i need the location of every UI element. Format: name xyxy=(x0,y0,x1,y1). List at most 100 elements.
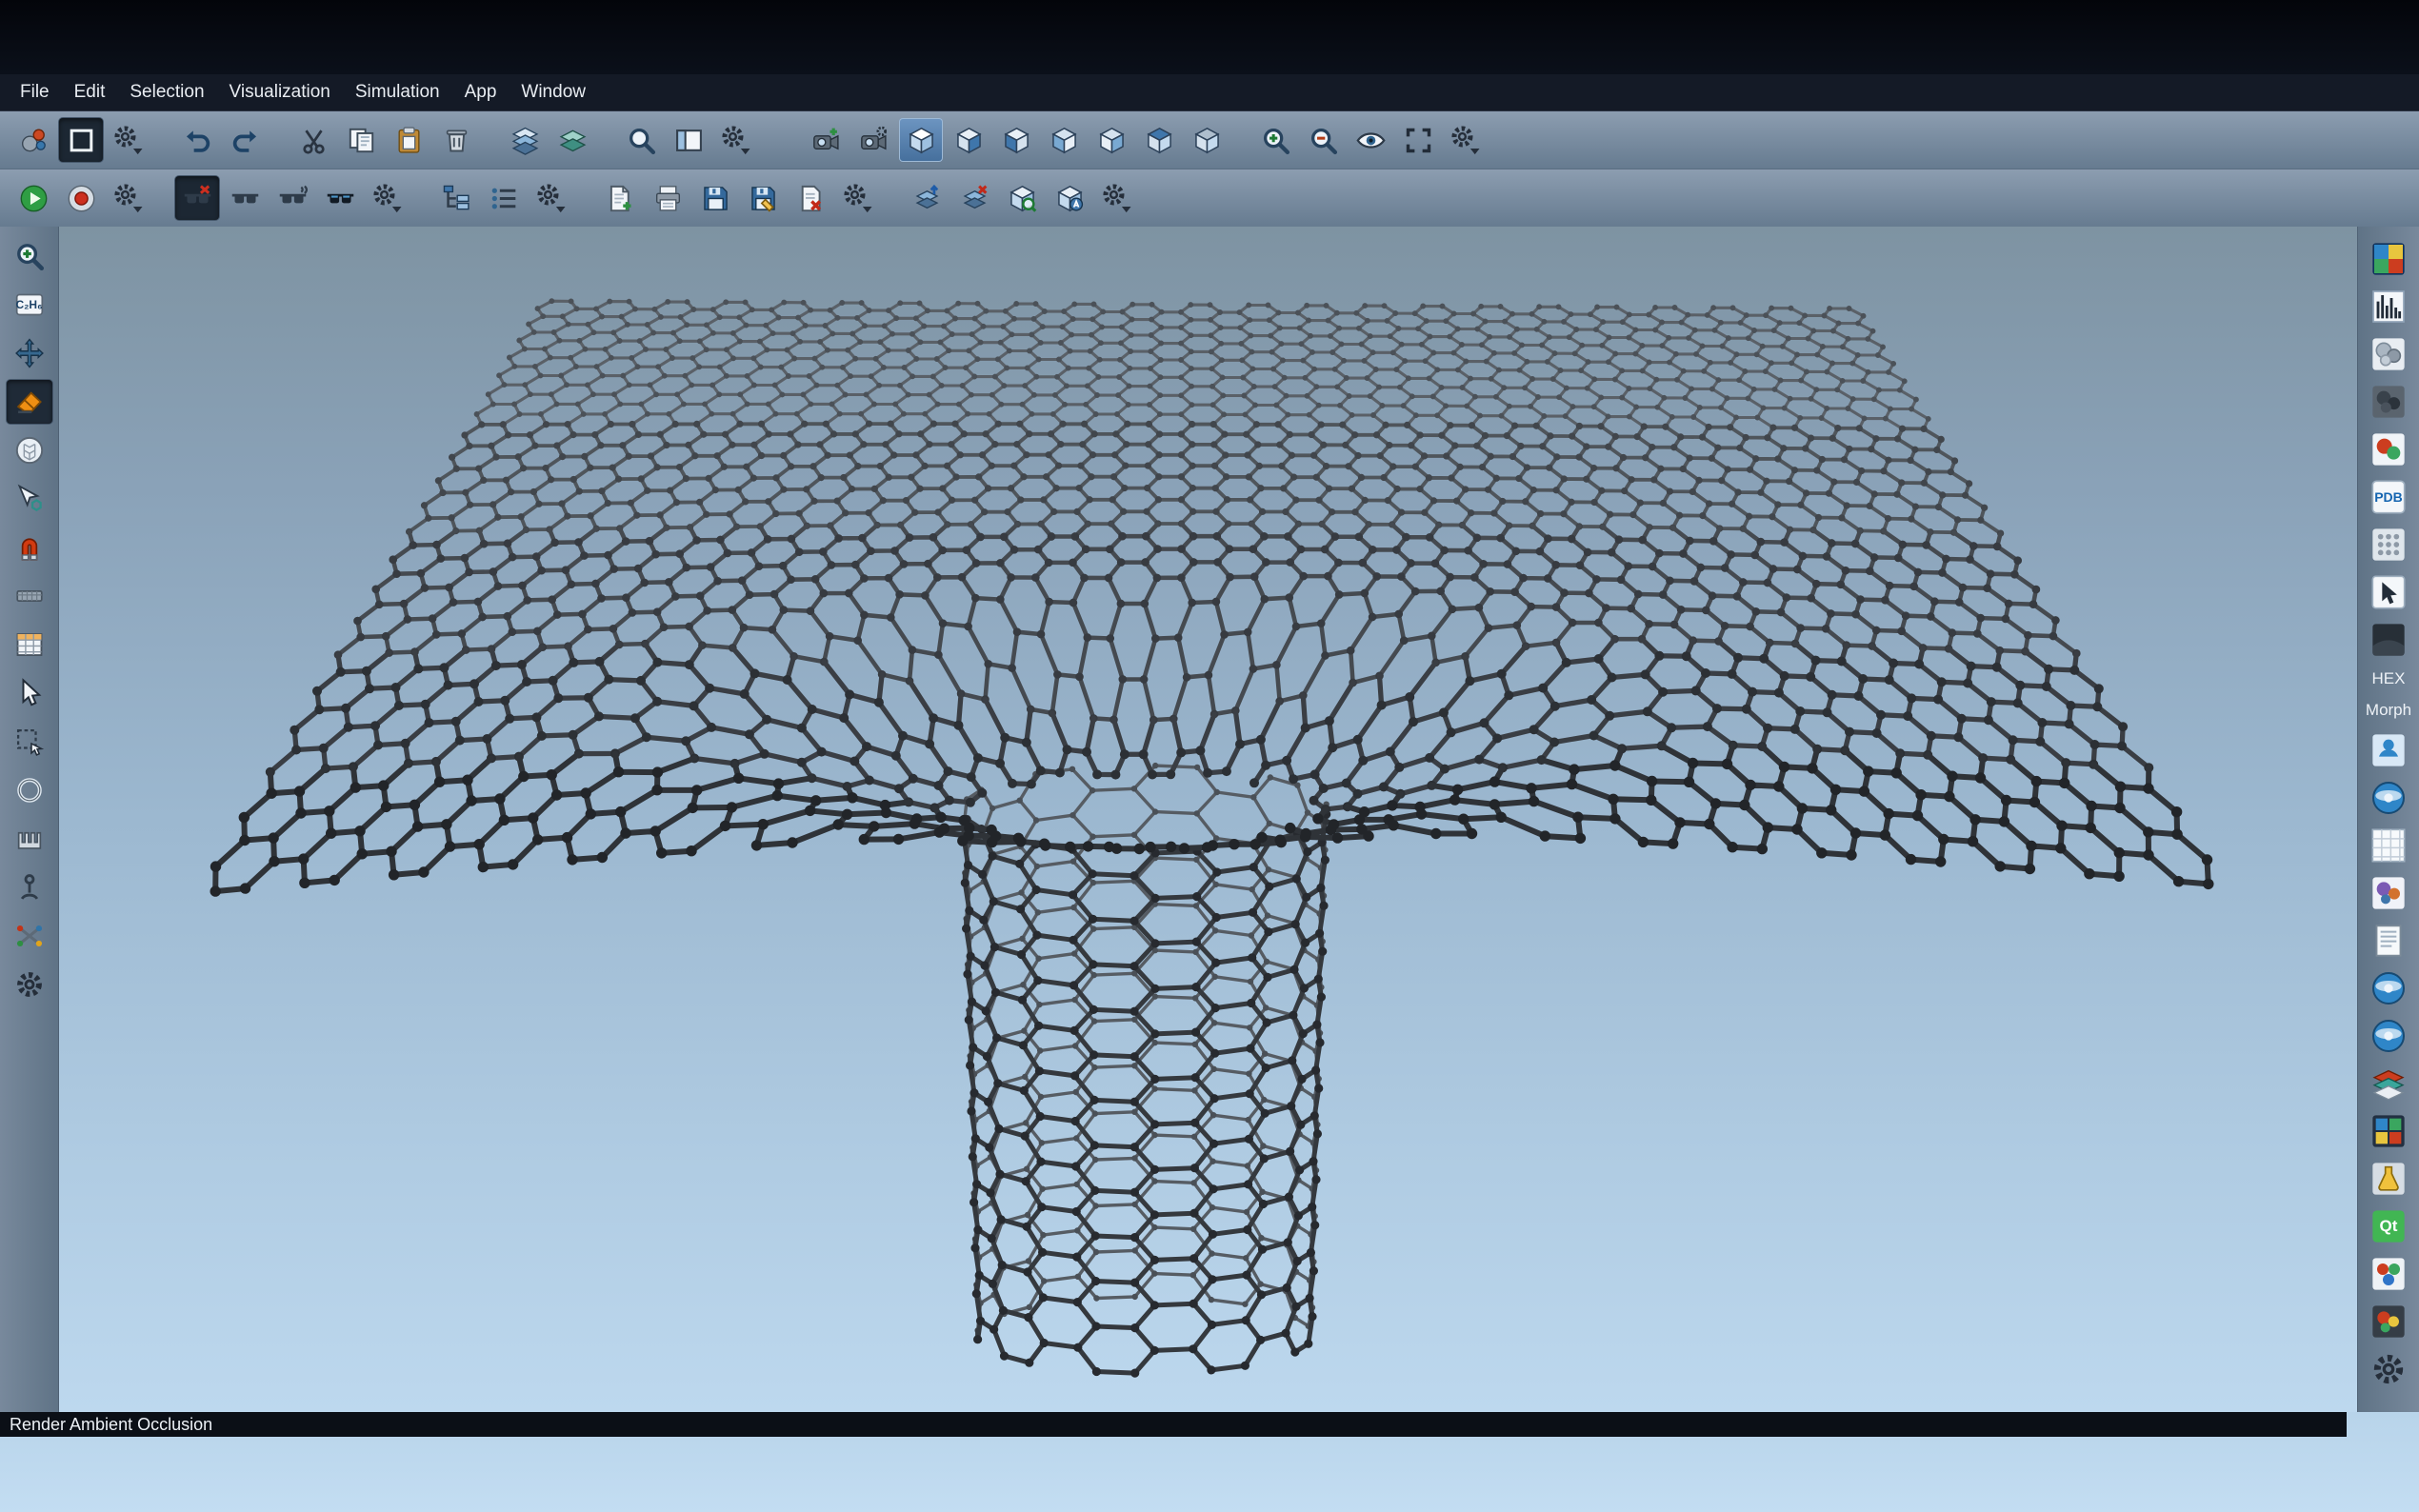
save-document-as-button[interactable] xyxy=(741,176,785,220)
view-bottom-button[interactable] xyxy=(1185,118,1229,162)
ball-preset-light-button[interactable] xyxy=(2365,331,2412,376)
tools-options-button[interactable] xyxy=(7,963,52,1006)
copy-button[interactable] xyxy=(339,118,383,162)
particle-grid-button[interactable] xyxy=(2365,522,2412,567)
zoom-out-button[interactable] xyxy=(1301,118,1345,162)
stereo-off-button[interactable] xyxy=(175,176,219,220)
record-simulation-button[interactable] xyxy=(59,176,103,220)
menu-visualization[interactable]: Visualization xyxy=(217,74,343,110)
membrane-tool-button[interactable] xyxy=(7,574,52,618)
colored-spheres-button[interactable] xyxy=(2365,870,2412,915)
list-view-button[interactable] xyxy=(482,176,526,220)
menu-simulation[interactable]: Simulation xyxy=(343,74,452,110)
secondary-structure-button[interactable] xyxy=(2365,775,2412,820)
ball-preset-dark-button[interactable] xyxy=(2365,379,2412,424)
flask-preset-button[interactable] xyxy=(2365,1156,2412,1201)
table-tool-button[interactable] xyxy=(7,623,52,666)
menu-selection[interactable]: Selection xyxy=(117,74,216,110)
zoom-region-tool-button[interactable] xyxy=(7,234,52,278)
pointer-tool-button[interactable] xyxy=(7,671,52,715)
pick-structure-tool-button[interactable] xyxy=(7,477,52,521)
merge-layers-button[interactable] xyxy=(550,118,594,162)
view-back-button[interactable] xyxy=(994,118,1038,162)
simulation-options-button[interactable] xyxy=(107,176,150,220)
menu-app[interactable]: App xyxy=(452,74,510,110)
stereo-side-by-side-button[interactable] xyxy=(223,176,267,220)
cpk-colors-button[interactable] xyxy=(2365,427,2412,471)
ring-tool-button[interactable] xyxy=(7,768,52,812)
selection-mode-button[interactable] xyxy=(59,118,103,162)
camera-settings-button[interactable] xyxy=(851,118,895,162)
layer-colors-button[interactable] xyxy=(2365,1061,2412,1105)
color-cluster-button[interactable] xyxy=(2365,1299,2412,1343)
histogram-button[interactable] xyxy=(2365,284,2412,328)
cut-button[interactable] xyxy=(291,118,335,162)
disc-preset-1-button[interactable] xyxy=(2365,965,2412,1010)
grid-preset-button[interactable] xyxy=(2365,823,2412,867)
eraser-tool-button[interactable] xyxy=(7,380,52,424)
zoom-in-button[interactable] xyxy=(1253,118,1297,162)
chemistry-tool-button[interactable]: C₂H₆ xyxy=(7,283,52,327)
save-document-button[interactable] xyxy=(693,176,737,220)
view-right-button[interactable] xyxy=(1090,118,1133,162)
stereo-anaglyph-button[interactable] xyxy=(318,176,362,220)
bond-tool-button[interactable] xyxy=(7,914,52,958)
perspective-view-button[interactable] xyxy=(899,118,943,162)
toggle-visibility-button[interactable] xyxy=(1349,118,1392,162)
undo-button[interactable] xyxy=(175,118,219,162)
paste-button[interactable] xyxy=(387,118,430,162)
view-top-button[interactable] xyxy=(1137,118,1181,162)
panel-options-button[interactable] xyxy=(2365,1346,2412,1391)
annotate-group-button[interactable] xyxy=(1048,176,1091,220)
rectangle-select-tool-button[interactable] xyxy=(7,720,52,764)
add-document-button[interactable] xyxy=(598,176,642,220)
close-document-button[interactable] xyxy=(789,176,832,220)
view-left-button[interactable] xyxy=(1042,118,1086,162)
window-titlebar[interactable] xyxy=(0,0,2419,74)
rgb-dots-button[interactable] xyxy=(2365,1251,2412,1296)
document-tree-button[interactable] xyxy=(434,176,478,220)
cube-left-icon xyxy=(1049,125,1080,156)
build-model-button[interactable] xyxy=(11,118,55,162)
find-options-button[interactable] xyxy=(714,118,758,162)
comb-tool-button[interactable] xyxy=(7,817,52,861)
pointer-preset-button[interactable] xyxy=(2365,569,2412,614)
play-simulation-button[interactable] xyxy=(11,176,55,220)
stereo-interlaced-button[interactable] xyxy=(270,176,314,220)
morph-tool-button[interactable] xyxy=(2365,727,2412,772)
fit-to-view-button[interactable] xyxy=(1396,118,1440,162)
pixel-colors-button[interactable] xyxy=(2365,1108,2412,1153)
qt-plugin-button[interactable]: Qt xyxy=(2365,1204,2412,1248)
add-layer-button[interactable] xyxy=(503,118,547,162)
model-options-button[interactable] xyxy=(107,118,150,162)
menu-file[interactable]: File xyxy=(8,74,62,110)
pdb-export-button[interactable]: PDB xyxy=(2365,474,2412,519)
move-tool-button[interactable] xyxy=(7,331,52,375)
viewport-3d[interactable] xyxy=(59,227,2357,1412)
delete-button[interactable] xyxy=(434,118,478,162)
notes-button[interactable] xyxy=(2365,918,2412,963)
disc-preset-2-button[interactable] xyxy=(2365,1013,2412,1058)
document-options-button[interactable] xyxy=(836,176,880,220)
add-camera-button[interactable] xyxy=(804,118,848,162)
find-button[interactable] xyxy=(619,118,663,162)
add-to-group-button[interactable] xyxy=(905,176,949,220)
dark-material-button[interactable] xyxy=(2365,617,2412,662)
probe-tool-button[interactable] xyxy=(7,865,52,909)
stereo-options-button[interactable] xyxy=(366,176,410,220)
color-map-button[interactable] xyxy=(2365,236,2412,281)
structure-options-button[interactable] xyxy=(530,176,573,220)
grouping-options-button[interactable] xyxy=(1095,176,1139,220)
gear-caret-icon xyxy=(113,183,145,214)
side-panel-button[interactable] xyxy=(667,118,710,162)
view-front-button[interactable] xyxy=(947,118,990,162)
lattice-tool-button[interactable] xyxy=(7,428,52,472)
menu-window[interactable]: Window xyxy=(509,74,598,110)
inspect-group-button[interactable] xyxy=(1000,176,1044,220)
menu-edit[interactable]: Edit xyxy=(62,74,118,110)
attractor-tool-button[interactable] xyxy=(7,526,52,569)
view-options-button[interactable] xyxy=(1444,118,1488,162)
redo-button[interactable] xyxy=(223,118,267,162)
remove-from-group-button[interactable] xyxy=(952,176,996,220)
print-document-button[interactable] xyxy=(646,176,690,220)
